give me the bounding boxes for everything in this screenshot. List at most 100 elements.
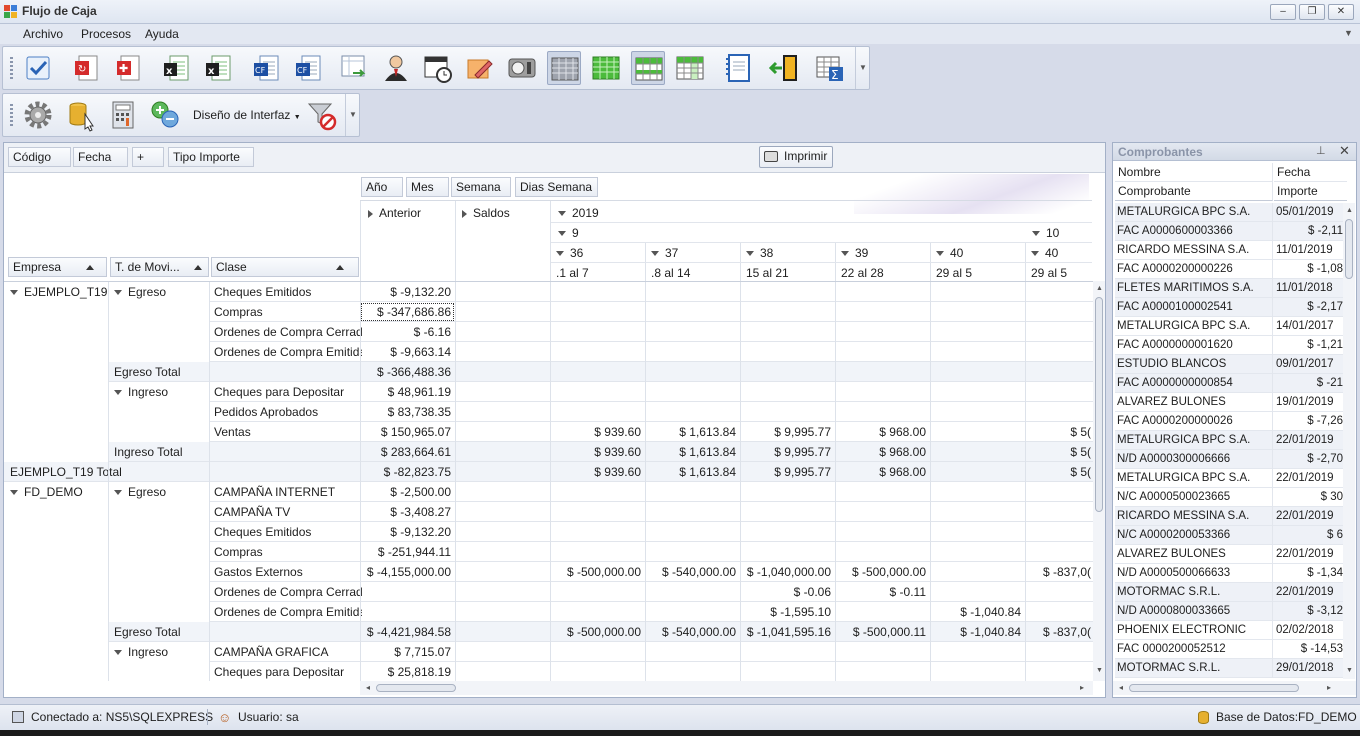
- value-cell[interactable]: $ -6.16: [360, 322, 455, 342]
- grid-view-button[interactable]: [547, 51, 581, 85]
- value-cell[interactable]: [550, 322, 645, 342]
- value-cell[interactable]: [835, 302, 930, 322]
- value-cell[interactable]: [740, 522, 835, 542]
- col-header-week[interactable]: 39: [841, 243, 926, 263]
- value-cell[interactable]: [455, 562, 550, 582]
- col-header-month-10[interactable]: 10: [1032, 223, 1092, 243]
- row-clase[interactable]: Pedidos Aprobados: [214, 402, 362, 422]
- green-grid-button[interactable]: [589, 51, 623, 85]
- value-cell[interactable]: [550, 362, 645, 382]
- value-cell[interactable]: $ 939.60: [550, 442, 645, 462]
- value-cell[interactable]: [1025, 402, 1093, 422]
- col-header-day-range[interactable]: 29 al 5: [1031, 263, 1116, 283]
- list-item[interactable]: RICARDO MESSINA S.A. 22/01/2019: [1115, 507, 1343, 526]
- row-total-label[interactable]: Ingreso Total: [114, 442, 359, 462]
- toolbar-grip[interactable]: [10, 104, 13, 128]
- value-cell[interactable]: $ 968.00: [835, 462, 930, 482]
- value-cell[interactable]: [455, 602, 550, 622]
- interface-design-dropdown[interactable]: Diseño de Interfaz ▼: [193, 108, 301, 122]
- date-field-semana[interactable]: Semana: [451, 177, 511, 197]
- value-cell[interactable]: [455, 362, 550, 382]
- row-empresa[interactable]: FD_DEMO: [10, 482, 108, 502]
- menu-archivo[interactable]: Archivo: [23, 27, 63, 41]
- value-cell[interactable]: [645, 322, 740, 342]
- row-header-tipo-movimiento[interactable]: T. de Movi...: [110, 257, 209, 277]
- value-cell[interactable]: [740, 402, 835, 422]
- row-clase[interactable]: Compras: [214, 542, 362, 562]
- list-item[interactable]: FAC A0000200000026 $ -7,26: [1115, 412, 1343, 431]
- horizontal-scrollbar[interactable]: ◂ ▸: [360, 681, 1093, 695]
- value-cell[interactable]: [740, 362, 835, 382]
- value-cell[interactable]: [835, 602, 930, 622]
- vertical-scroll-thumb[interactable]: [1095, 297, 1103, 512]
- comprobantes-vscroll-thumb[interactable]: [1345, 219, 1353, 279]
- value-cell[interactable]: $ -1,040.84: [930, 602, 1025, 622]
- close-panel-icon[interactable]: ✕: [1339, 143, 1350, 159]
- filter-field-tipo-importe[interactable]: Tipo Importe: [168, 147, 254, 167]
- date-field-mes[interactable]: Mes: [406, 177, 449, 197]
- value-cell[interactable]: [645, 482, 740, 502]
- value-cell[interactable]: [1025, 382, 1093, 402]
- value-cell[interactable]: [740, 342, 835, 362]
- value-cell[interactable]: $ 968.00: [835, 422, 930, 442]
- value-cell[interactable]: $ -1,040,000.00: [740, 562, 835, 582]
- col-header-comprobante[interactable]: Comprobante: [1115, 182, 1273, 201]
- value-cell[interactable]: $ -500,000.00: [835, 562, 930, 582]
- list-item[interactable]: FAC A0000100002541 $ -2,17: [1115, 298, 1343, 317]
- user-button[interactable]: [379, 51, 413, 85]
- col-header-fecha[interactable]: Fecha: [1274, 163, 1347, 182]
- value-cell[interactable]: [455, 522, 550, 542]
- value-cell[interactable]: [455, 422, 550, 442]
- value-cell[interactable]: $ 5(: [1025, 422, 1093, 442]
- value-cell[interactable]: [930, 502, 1025, 522]
- value-cell[interactable]: [645, 602, 740, 622]
- row-clase[interactable]: CAMPAÑA INTERNET: [214, 482, 362, 502]
- toggle-button[interactable]: [505, 51, 539, 85]
- list-item[interactable]: ALVAREZ BULONES 19/01/2019: [1115, 393, 1343, 412]
- value-cell[interactable]: [835, 642, 930, 662]
- scroll-right-icon[interactable]: ▸: [1327, 683, 1331, 692]
- filter-field-codigo[interactable]: Código: [8, 147, 71, 167]
- value-cell[interactable]: [645, 642, 740, 662]
- vertical-scrollbar[interactable]: ▲ ▼: [1093, 281, 1105, 681]
- edit-button[interactable]: [463, 51, 497, 85]
- value-cell[interactable]: $ 25,818.19: [360, 662, 455, 681]
- row-clase[interactable]: CAMPAÑA GRAFICA: [214, 642, 362, 662]
- value-cell[interactable]: $ -540,000.00: [645, 562, 740, 582]
- database-select-button[interactable]: [65, 98, 99, 132]
- value-cell[interactable]: [550, 642, 645, 662]
- value-cell[interactable]: [930, 342, 1025, 362]
- value-cell[interactable]: [645, 382, 740, 402]
- value-cell[interactable]: [835, 522, 930, 542]
- value-cell[interactable]: $ 9,995.77: [740, 422, 835, 442]
- row-tipo-movimiento[interactable]: Egreso: [114, 482, 209, 502]
- value-cell[interactable]: $ -0.11: [835, 582, 930, 602]
- value-cell[interactable]: [930, 462, 1025, 482]
- print-button[interactable]: Imprimir: [759, 146, 833, 168]
- value-cell[interactable]: [455, 662, 550, 681]
- col-header-anterior[interactable]: Anterior: [368, 203, 454, 223]
- value-cell[interactable]: $ 5(: [1025, 442, 1093, 462]
- value-cell[interactable]: [645, 542, 740, 562]
- list-item[interactable]: FAC A0000200000226 $ -1,08: [1115, 260, 1343, 279]
- value-cell[interactable]: [930, 522, 1025, 542]
- col-header-importe[interactable]: Importe: [1274, 182, 1347, 201]
- value-cell[interactable]: [455, 382, 550, 402]
- value-cell[interactable]: [645, 662, 740, 681]
- scroll-left-icon[interactable]: ◂: [1119, 683, 1123, 692]
- value-cell[interactable]: [645, 282, 740, 302]
- gear-icon[interactable]: [21, 98, 55, 132]
- value-cell[interactable]: $ -0.06: [740, 582, 835, 602]
- col-header-month-9[interactable]: 9: [558, 223, 648, 243]
- value-cell[interactable]: [835, 662, 930, 681]
- value-cell[interactable]: [835, 542, 930, 562]
- close-button[interactable]: ✕: [1328, 4, 1354, 20]
- row-clase[interactable]: Compras: [214, 302, 362, 322]
- value-cell[interactable]: [360, 582, 455, 602]
- value-cell[interactable]: $ -4,155,000.00: [360, 562, 455, 582]
- value-cell[interactable]: [740, 322, 835, 342]
- value-cell[interactable]: $ -837,0(: [1025, 622, 1093, 642]
- list-item[interactable]: MOTORMAC S.R.L. 22/01/2019: [1115, 583, 1343, 602]
- col-header-day-range[interactable]: 22 al 28: [841, 263, 926, 283]
- value-cell[interactable]: $ 939.60: [550, 462, 645, 482]
